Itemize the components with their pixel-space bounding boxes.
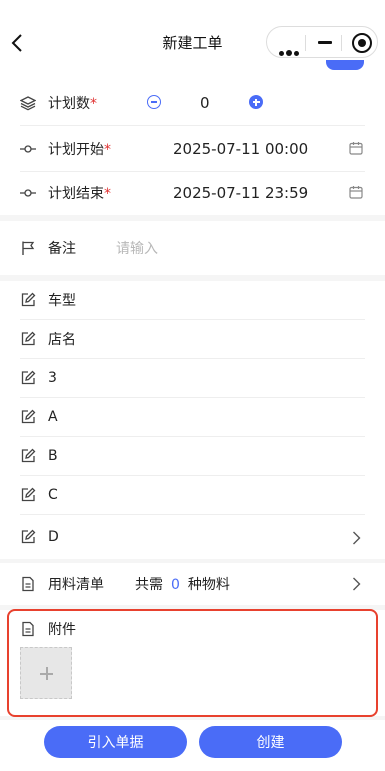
field-row[interactable]: C <box>20 476 365 515</box>
flag-icon <box>20 240 36 256</box>
field-label: B <box>48 448 58 464</box>
edit-icon <box>20 370 36 386</box>
field-label: D <box>48 529 59 545</box>
edit-icon <box>20 331 36 347</box>
field-label: C <box>48 487 58 503</box>
remark-label: 备注 <box>48 241 76 257</box>
plan-end-label: 计划结束* <box>48 186 111 202</box>
field-row[interactable]: B <box>20 437 365 476</box>
edit-icon <box>20 529 36 545</box>
field-row[interactable]: 车型 <box>20 281 365 320</box>
document-icon <box>20 576 36 592</box>
node-icon <box>20 141 36 157</box>
footer-bar: 引入单据 创建 <box>0 720 385 771</box>
layers-icon <box>20 95 36 111</box>
close-circle-icon[interactable] <box>352 33 372 53</box>
increment-button[interactable] <box>249 95 263 109</box>
plan-start-label: 计划开始* <box>48 141 111 158</box>
decrement-button[interactable] <box>147 95 161 109</box>
remark-card: 备注 请输入 <box>0 221 385 275</box>
plan-end-row[interactable]: 计划结束* 2025-07-11 23:59 <box>20 170 365 216</box>
calendar-icon[interactable] <box>349 185 363 199</box>
attachment-highlight-frame <box>7 609 378 717</box>
toggle-switch[interactable] <box>326 60 364 70</box>
plan-start-row[interactable]: 计划开始* 2025-07-11 00:00 <box>20 126 365 172</box>
plan-card: 计划数* 0 计划开始* 2025-07-11 00:00 计划结束* 2025… <box>0 78 385 215</box>
field-row[interactable]: D <box>20 515 365 559</box>
edit-icon <box>20 448 36 464</box>
calendar-icon[interactable] <box>349 141 363 155</box>
remark-row: 备注 请输入 <box>20 225 365 271</box>
bom-summary: 共需 0 种物料 <box>135 577 230 593</box>
bom-card: 用料清单 共需 0 种物料 <box>0 563 385 605</box>
edit-icon <box>20 487 36 503</box>
fields-card: 车型 店名 3 A B C D <box>0 281 385 559</box>
bom-label: 用料清单 <box>48 577 104 593</box>
chevron-right-icon[interactable] <box>352 577 361 591</box>
plan-start-value[interactable]: 2025-07-11 00:00 <box>173 140 308 158</box>
create-button[interactable]: 创建 <box>199 726 342 758</box>
node-icon <box>20 185 36 201</box>
bom-count: 0 <box>171 577 180 593</box>
import-document-button[interactable]: 引入单据 <box>44 726 187 758</box>
minimize-icon[interactable] <box>318 41 332 44</box>
field-label: 车型 <box>48 293 76 309</box>
plan-end-value[interactable]: 2025-07-11 23:59 <box>173 184 308 202</box>
field-row[interactable]: A <box>20 398 365 437</box>
quantity-label: 计划数* <box>48 95 97 112</box>
more-icon[interactable] <box>279 41 301 60</box>
field-label: A <box>48 409 58 425</box>
field-row[interactable]: 店名 <box>20 320 365 359</box>
remark-input[interactable]: 请输入 <box>116 238 158 258</box>
quantity-row: 计划数* 0 <box>20 80 365 126</box>
mini-program-capsule <box>266 26 378 58</box>
bom-row[interactable]: 用料清单 共需 0 种物料 <box>20 561 365 607</box>
quantity-value[interactable]: 0 <box>200 94 210 112</box>
field-label: 3 <box>48 370 57 386</box>
field-row[interactable]: 3 <box>20 359 365 398</box>
navigation-bar: 新建工单 <box>0 0 385 82</box>
edit-icon <box>20 409 36 425</box>
chevron-right-icon[interactable] <box>352 531 361 545</box>
field-label: 店名 <box>48 332 76 348</box>
edit-icon <box>20 292 36 308</box>
